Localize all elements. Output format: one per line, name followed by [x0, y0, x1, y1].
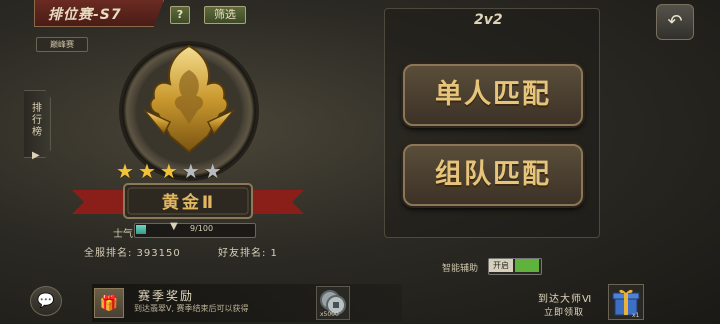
- smart-assist-toggle-label[interactable]: 开启: [489, 259, 513, 272]
- morale-marker-icon: ▼: [170, 221, 178, 232]
- tier-label: 黄金Ⅱ: [161, 193, 217, 213]
- season-reward-description: 到达翡翠V, 赛季结束后可以获得: [134, 304, 249, 313]
- gold-rank-emblem-icon: [143, 44, 235, 154]
- page-title: 排位赛-S7: [48, 7, 122, 23]
- star-filled-icon: ★: [159, 159, 178, 183]
- smart-assist-toggle-indicator[interactable]: [515, 259, 539, 272]
- help-button[interactable]: ?: [170, 6, 190, 24]
- star-rating: ★ ★ ★ ★ ★: [116, 160, 266, 182]
- mode-tag[interactable]: 巅峰赛: [36, 37, 88, 52]
- expand-arrow-icon[interactable]: ▶: [32, 150, 40, 161]
- claim-now-link[interactable]: 立即领取: [544, 305, 584, 318]
- master-reward-title: 到达大师Ⅵ: [538, 294, 593, 305]
- server-rank: 全服排名: 393150: [84, 248, 181, 259]
- star-empty-icon: ★: [181, 159, 200, 183]
- friend-rank: 好友排名: 1: [218, 248, 278, 259]
- chat-bubble-icon: 💬: [37, 293, 55, 309]
- morale-value: 9/100: [190, 224, 214, 233]
- morale-label: 士气: [113, 229, 133, 240]
- star-filled-icon: ★: [116, 159, 134, 183]
- star-filled-icon: ★: [137, 159, 156, 183]
- filter-button[interactable]: 筛选: [204, 6, 246, 24]
- leaderboard-tab-label: 排行榜: [32, 103, 42, 138]
- gift-icon: 🎁: [94, 288, 124, 318]
- smart-assist-label: 智能辅助: [442, 264, 479, 274]
- back-arrow-icon: ↶: [667, 11, 683, 32]
- season-reward-title: 赛季奖励: [138, 289, 195, 303]
- coin-count: x5000: [320, 311, 339, 318]
- team-match-button[interactable]: 组队匹配: [403, 144, 583, 206]
- back-button[interactable]: ↶: [656, 4, 694, 40]
- match-mode-title: 2v2: [474, 12, 503, 28]
- morale-progress-fill: [136, 225, 146, 234]
- chat-button[interactable]: 💬: [30, 286, 62, 316]
- gift-box-count: x1: [632, 312, 640, 319]
- star-empty-icon: ★: [203, 159, 222, 183]
- solo-match-button[interactable]: 单人匹配: [403, 64, 583, 126]
